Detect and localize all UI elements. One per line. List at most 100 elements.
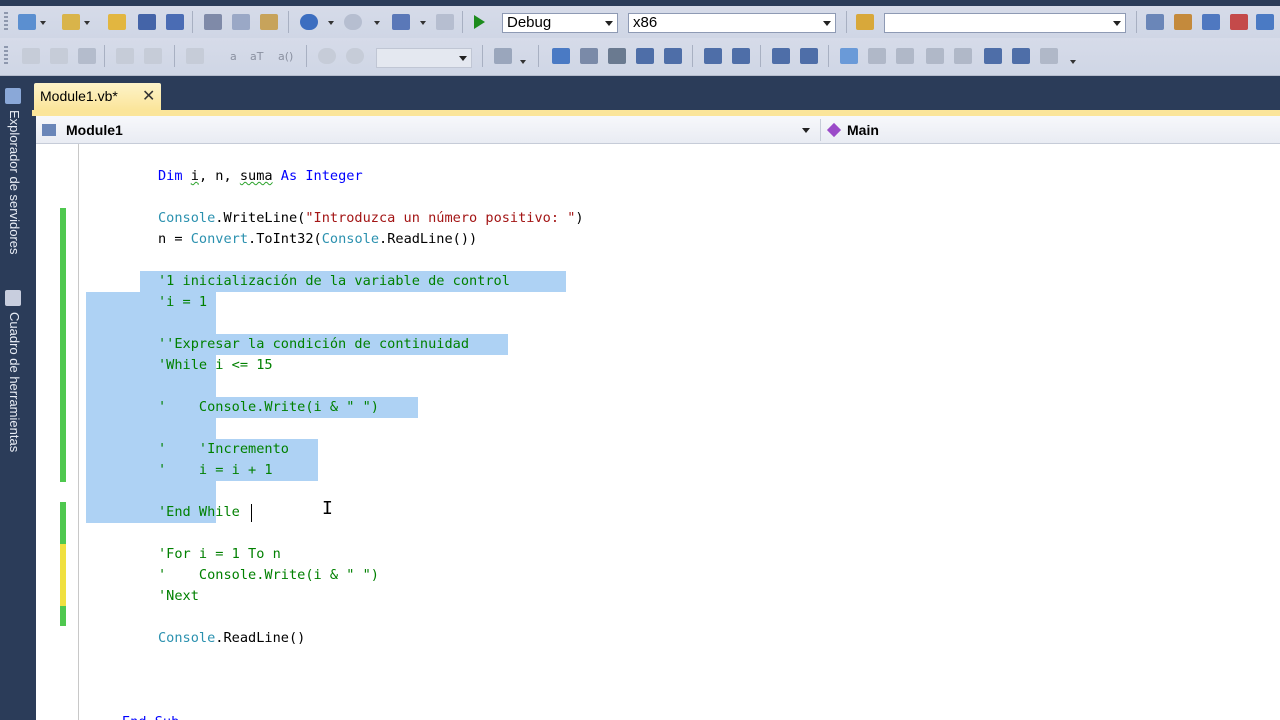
layout-icon[interactable] xyxy=(494,48,512,64)
paste-icon[interactable] xyxy=(260,14,278,30)
next-bookmark-folder-icon[interactable] xyxy=(954,48,972,64)
code-text: .ToInt32( xyxy=(248,231,322,247)
zoom-in-icon xyxy=(318,48,336,64)
format-document-icon[interactable] xyxy=(636,48,654,64)
comment-line[interactable]: ' Console.Write(i & " ") xyxy=(158,397,379,418)
uncomment-lines-icon[interactable] xyxy=(580,48,598,64)
previous-bookmark-icon[interactable] xyxy=(868,48,886,64)
chevron-down-icon[interactable] xyxy=(84,21,90,25)
list-icon[interactable] xyxy=(664,48,682,64)
method-dropdown[interactable]: Main xyxy=(820,119,1280,141)
comment-out-icon[interactable] xyxy=(772,48,790,64)
tab-label: Module1.vb* xyxy=(40,88,118,104)
next-bookmark-icon[interactable] xyxy=(896,48,914,64)
toolbox-tab-icon[interactable] xyxy=(5,290,21,306)
add-item-icon[interactable] xyxy=(62,14,80,30)
comment-line[interactable]: 'While i <= 15 xyxy=(158,355,273,376)
saved-change-bar xyxy=(60,606,66,626)
indicator-margin-divider xyxy=(78,144,79,720)
unsaved-change-bar xyxy=(60,544,66,606)
toolbar-grip[interactable] xyxy=(4,46,8,66)
chevron-down-icon xyxy=(802,128,810,133)
find-in-files-icon[interactable] xyxy=(856,14,874,30)
code-editor[interactable]: Module1 Main Dim i, n, suma As Integer C… xyxy=(36,116,1280,720)
redo-icon[interactable] xyxy=(344,14,362,30)
tab-module1[interactable]: Module1.vb* ✕ xyxy=(34,83,161,110)
comment-line[interactable]: 'i = 1 xyxy=(158,292,207,313)
chevron-down-icon[interactable] xyxy=(40,21,46,25)
chevron-down-icon[interactable] xyxy=(1070,60,1076,64)
save-icon[interactable] xyxy=(138,14,156,30)
copy-icon[interactable] xyxy=(232,14,250,30)
indent-icon[interactable] xyxy=(732,48,750,64)
code-text: .ReadLine()) xyxy=(379,231,478,247)
solution-platform-dropdown[interactable]: x86 xyxy=(628,13,836,33)
open-file-icon[interactable] xyxy=(108,14,126,30)
class-dropdown[interactable]: Module1 xyxy=(40,119,816,141)
code-line[interactable]: n = Convert.ToInt32(Console.ReadLine()) xyxy=(158,229,477,250)
start-debugging-icon[interactable] xyxy=(474,15,485,29)
server-explorer-icon[interactable] xyxy=(5,88,21,104)
toolbox-icon[interactable] xyxy=(1230,14,1248,30)
properties-window-icon[interactable] xyxy=(1174,14,1192,30)
comment-line[interactable]: 'End While xyxy=(158,502,240,523)
saved-change-bar xyxy=(60,502,66,544)
comment-line[interactable]: ' 'Incremento xyxy=(158,439,289,460)
navigate-backward-icon[interactable] xyxy=(392,14,410,30)
format-label: a() xyxy=(278,50,294,63)
toolbar-grip[interactable] xyxy=(4,12,8,32)
bookmark-icon[interactable] xyxy=(608,48,626,64)
outdent-icon[interactable] xyxy=(704,48,722,64)
prev-bookmark-folder-icon[interactable] xyxy=(926,48,944,64)
comment-line[interactable]: '1 inicialización de la variable de cont… xyxy=(158,271,510,292)
chevron-down-icon[interactable] xyxy=(374,21,380,25)
display-parameter-info-icon xyxy=(50,48,68,64)
chevron-down-icon[interactable] xyxy=(328,21,334,25)
solution-configuration-dropdown[interactable]: Debug xyxy=(502,13,618,33)
toolbox-tab[interactable]: Cuadro de herramientas xyxy=(4,312,22,452)
undo-icon[interactable] xyxy=(300,14,318,30)
display-quick-info-icon xyxy=(78,48,96,64)
toggle-bookmark-icon[interactable] xyxy=(840,48,858,64)
type-name: Console xyxy=(158,210,216,226)
decrease-indent-icon xyxy=(144,48,162,64)
separator xyxy=(462,11,463,33)
separator xyxy=(306,45,307,67)
find-combo[interactable] xyxy=(884,13,1126,33)
complete-word-icon xyxy=(116,48,134,64)
display-object-member-list-icon xyxy=(22,48,40,64)
navigate-forward-icon[interactable] xyxy=(436,14,454,30)
chevron-down-icon xyxy=(459,56,467,61)
comment-line[interactable]: ''Expresar la condición de continuidad xyxy=(158,334,469,355)
server-explorer-tab[interactable]: Explorador de servidores xyxy=(4,110,22,255)
object-browser-icon[interactable] xyxy=(1202,14,1220,30)
chevron-down-icon[interactable] xyxy=(520,60,526,64)
comment-line[interactable]: 'For i = 1 To n xyxy=(158,544,281,565)
code-line[interactable]: Console.WriteLine("Introduzca un número … xyxy=(158,208,584,229)
solution-explorer-icon[interactable] xyxy=(1146,14,1164,30)
comment-line[interactable]: ' Console.Write(i & " ") xyxy=(158,565,379,586)
start-page-icon[interactable] xyxy=(1256,14,1274,30)
comment-lines-icon[interactable] xyxy=(552,48,570,64)
code-line[interactable]: Dim i, n, suma As Integer xyxy=(158,166,363,187)
save-all-icon[interactable] xyxy=(166,14,184,30)
code-line[interactable]: Console.ReadLine() xyxy=(158,628,305,649)
clear-bookmarks-icon[interactable] xyxy=(1040,48,1058,64)
uncomment-icon[interactable] xyxy=(800,48,818,64)
close-icon[interactable]: ✕ xyxy=(142,86,155,106)
code-text: , n, xyxy=(198,168,240,184)
comment-line[interactable]: ' i = i + 1 xyxy=(158,460,273,481)
cut-icon[interactable] xyxy=(204,14,222,30)
comment-line[interactable]: 'Next xyxy=(158,586,199,607)
code-area[interactable]: Dim i, n, suma As Integer Console.WriteL… xyxy=(36,144,1280,720)
chevron-down-icon[interactable] xyxy=(420,21,426,25)
code-line[interactable]: End Sub xyxy=(122,712,179,720)
separator xyxy=(760,45,761,67)
next-bookmark-doc-icon[interactable] xyxy=(1012,48,1030,64)
text-caret xyxy=(251,504,252,522)
prev-bookmark-doc-icon[interactable] xyxy=(984,48,1002,64)
format-label: aT xyxy=(250,50,264,63)
separator xyxy=(828,45,829,67)
new-project-icon[interactable] xyxy=(18,14,36,30)
